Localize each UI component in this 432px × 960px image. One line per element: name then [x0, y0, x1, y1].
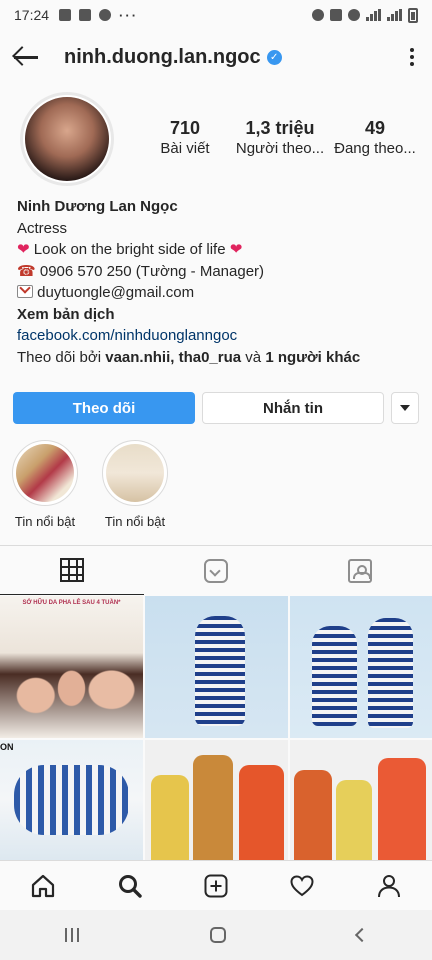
posts-count-label: Bài viết	[160, 140, 210, 157]
nav-activity[interactable]	[282, 866, 322, 906]
profile-tabs	[0, 545, 432, 595]
browser-notification-icon	[99, 9, 112, 21]
nav-create[interactable]	[196, 866, 236, 906]
heart-icon: ❤	[17, 241, 30, 258]
post-caption-overlay: SỞ HỮU DA PHA LÊ SAU 4 TUẦN*	[22, 600, 121, 606]
status-system-icons	[312, 7, 418, 23]
posts-count-value: 710	[169, 118, 201, 138]
nav-home[interactable]	[23, 866, 63, 906]
message-button[interactable]: Nhắn tin	[202, 392, 384, 424]
post-thumbnail[interactable]	[145, 596, 288, 738]
followed-by-others: 1 người khác	[265, 348, 361, 366]
avatar-image	[23, 95, 111, 183]
profile-full-name: Ninh Dương Lan Ngọc	[17, 198, 178, 215]
followers-count-value: 1,3 triệu	[245, 118, 315, 138]
system-navigation-bar	[0, 910, 432, 960]
post-thumbnail[interactable]: SỞ HỮU DA PHA LÊ SAU 4 TUẦN*	[0, 596, 143, 738]
post-thumbnail[interactable]: ON	[0, 740, 143, 860]
home-icon	[32, 874, 55, 897]
following-count-label: Đang theo...	[334, 140, 416, 157]
highlight-cover	[102, 440, 168, 506]
following-count-value: 49	[364, 118, 386, 138]
followed-by-names: vaan.nhii, tha0_rua	[105, 348, 242, 366]
grid-icon	[60, 558, 84, 582]
caret-down-icon	[400, 405, 410, 411]
follow-button[interactable]: Theo dõi	[13, 392, 195, 424]
battery-icon	[408, 7, 418, 23]
post-caption-overlay: ON	[0, 742, 14, 752]
avatar[interactable]	[20, 92, 114, 186]
telephone-icon: ☎	[17, 262, 36, 280]
highlight-label: Tin nổi bật	[14, 514, 76, 529]
facebook-notification-icon	[79, 9, 92, 21]
tab-posts-grid[interactable]	[0, 546, 144, 595]
tagged-icon	[348, 558, 372, 583]
bio-line-phone: ☎ 0906 570 250 (Tường - Manager)	[17, 261, 417, 283]
bio-motto-text: Look on the bright side of life	[29, 241, 230, 258]
profile-bio: Ninh Dương Lan Ngọc Actress ❤ Look on th…	[17, 196, 417, 368]
status-bar: 17:24 ···	[0, 0, 432, 30]
more-options-icon[interactable]	[404, 42, 420, 72]
profile-icon	[377, 874, 400, 897]
back-arrow-icon[interactable]	[12, 43, 40, 71]
alarm-icon	[312, 9, 324, 21]
post-thumbnail[interactable]	[290, 596, 432, 738]
more-notifications-icon: ···	[119, 7, 139, 23]
igtv-icon	[204, 558, 228, 583]
story-highlights: Tin nổi bật Tin nổi bật	[10, 440, 170, 529]
profile-website-link[interactable]: facebook.com/ninhduonglanngoc	[17, 325, 417, 347]
followed-by-line[interactable]: Theo dõi bởi vaan.nhii, tha0_rua và 1 ng…	[17, 347, 417, 369]
gallery-notification-icon	[59, 9, 72, 21]
signal-icon	[366, 9, 381, 21]
wifi-icon	[348, 9, 360, 21]
system-home-icon[interactable]	[209, 927, 226, 943]
followed-by-prefix: Theo dõi bởi	[17, 348, 106, 366]
mute-icon	[330, 9, 342, 21]
nav-search[interactable]	[110, 866, 150, 906]
envelope-icon	[17, 285, 33, 298]
followers-count[interactable]: 1,3 triệu Người theo...	[235, 116, 325, 157]
nav-profile[interactable]	[369, 866, 409, 906]
highlight-item[interactable]: Tin nổi bật	[10, 440, 80, 529]
posts-grid: SỞ HỮU DA PHA LÊ SAU 4 TUẦN* ON	[0, 596, 432, 860]
status-notification-icons: ···	[59, 8, 138, 23]
profile-actions: Theo dõi Nhắn tin	[13, 392, 419, 424]
bottom-navigation	[0, 860, 432, 910]
heart-icon: ❤	[229, 241, 243, 258]
post-thumbnail[interactable]	[145, 740, 288, 860]
followers-count-label: Người theo...	[235, 140, 325, 157]
highlight-cover	[12, 440, 78, 506]
system-back-icon[interactable]	[354, 927, 369, 943]
see-translation-link[interactable]: Xem bản dịch	[17, 304, 417, 326]
signal-2-icon	[387, 9, 402, 21]
add-post-icon	[204, 874, 228, 897]
bio-line-email: duytuongle@gmail.com	[17, 282, 417, 304]
bio-phone-text[interactable]: 0906 570 250 (Tường - Manager)	[36, 263, 264, 280]
verified-badge-icon: ✓	[266, 49, 282, 65]
following-count[interactable]: 49 Đang theo...	[330, 116, 420, 157]
status-time: 17:24	[14, 7, 50, 23]
heart-outline-icon	[290, 874, 314, 896]
post-thumbnail[interactable]	[290, 740, 432, 860]
profile-stats: 710 Bài viết 1,3 triệu Người theo... 49 …	[140, 116, 420, 157]
highlight-item[interactable]: Tin nổi bật	[100, 440, 170, 529]
followed-by-and: và	[241, 348, 266, 366]
tab-igtv[interactable]	[144, 546, 288, 595]
bio-line-motto: ❤ Look on the bright side of life ❤	[17, 239, 417, 261]
posts-count[interactable]: 710 Bài viết	[140, 116, 230, 157]
recent-apps-icon[interactable]	[65, 928, 80, 942]
search-icon	[118, 874, 142, 898]
profile-username: ninh.duong.lan.ngoc	[64, 45, 261, 68]
bio-email-text[interactable]: duytuongle@gmail.com	[33, 284, 194, 301]
highlight-label: Tin nổi bật	[104, 514, 166, 529]
tab-tagged[interactable]	[288, 546, 432, 595]
profile-header: ninh.duong.lan.ngoc ✓	[0, 30, 432, 84]
profile-category: Actress	[17, 219, 68, 237]
suggested-dropdown-button[interactable]	[391, 392, 419, 424]
